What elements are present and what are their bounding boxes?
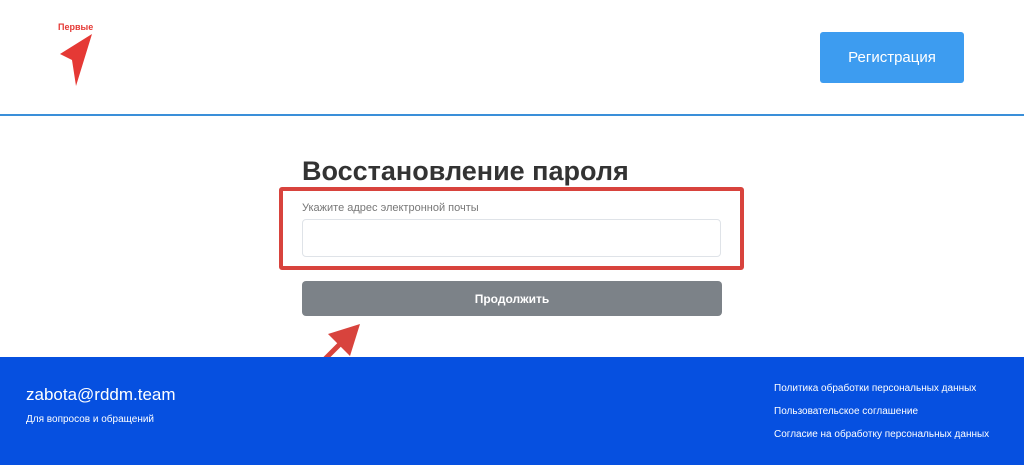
password-recovery-form: Восстановление пароля Укажите адрес элек… (0, 118, 1024, 421)
footer-email[interactable]: zabota@rddm.team (26, 385, 176, 405)
site-footer: zabota@rddm.team Для вопросов и обращени… (0, 357, 1024, 465)
footer-link-data-consent[interactable]: Согласие на обработку персональных данны… (774, 429, 989, 440)
continue-button[interactable]: Продолжить (302, 281, 722, 316)
footer-link-privacy-policy[interactable]: Политика обработки персональных данных (774, 383, 989, 394)
logo-arrow-icon (60, 34, 92, 86)
email-field[interactable] (302, 219, 721, 257)
footer-links: Политика обработки персональных данных П… (774, 383, 989, 452)
page-title: Восстановление пароля (302, 156, 629, 186)
footer-link-user-agreement[interactable]: Пользовательское соглашение (774, 406, 989, 417)
logo[interactable]: Первые (58, 22, 98, 88)
logo-text: Первые (58, 22, 94, 32)
site-header: Первые Регистрация (0, 0, 1024, 116)
email-field-label: Укажите адрес электронной почты (302, 202, 479, 214)
footer-note: Для вопросов и обращений (26, 414, 155, 425)
register-button[interactable]: Регистрация (820, 32, 964, 83)
